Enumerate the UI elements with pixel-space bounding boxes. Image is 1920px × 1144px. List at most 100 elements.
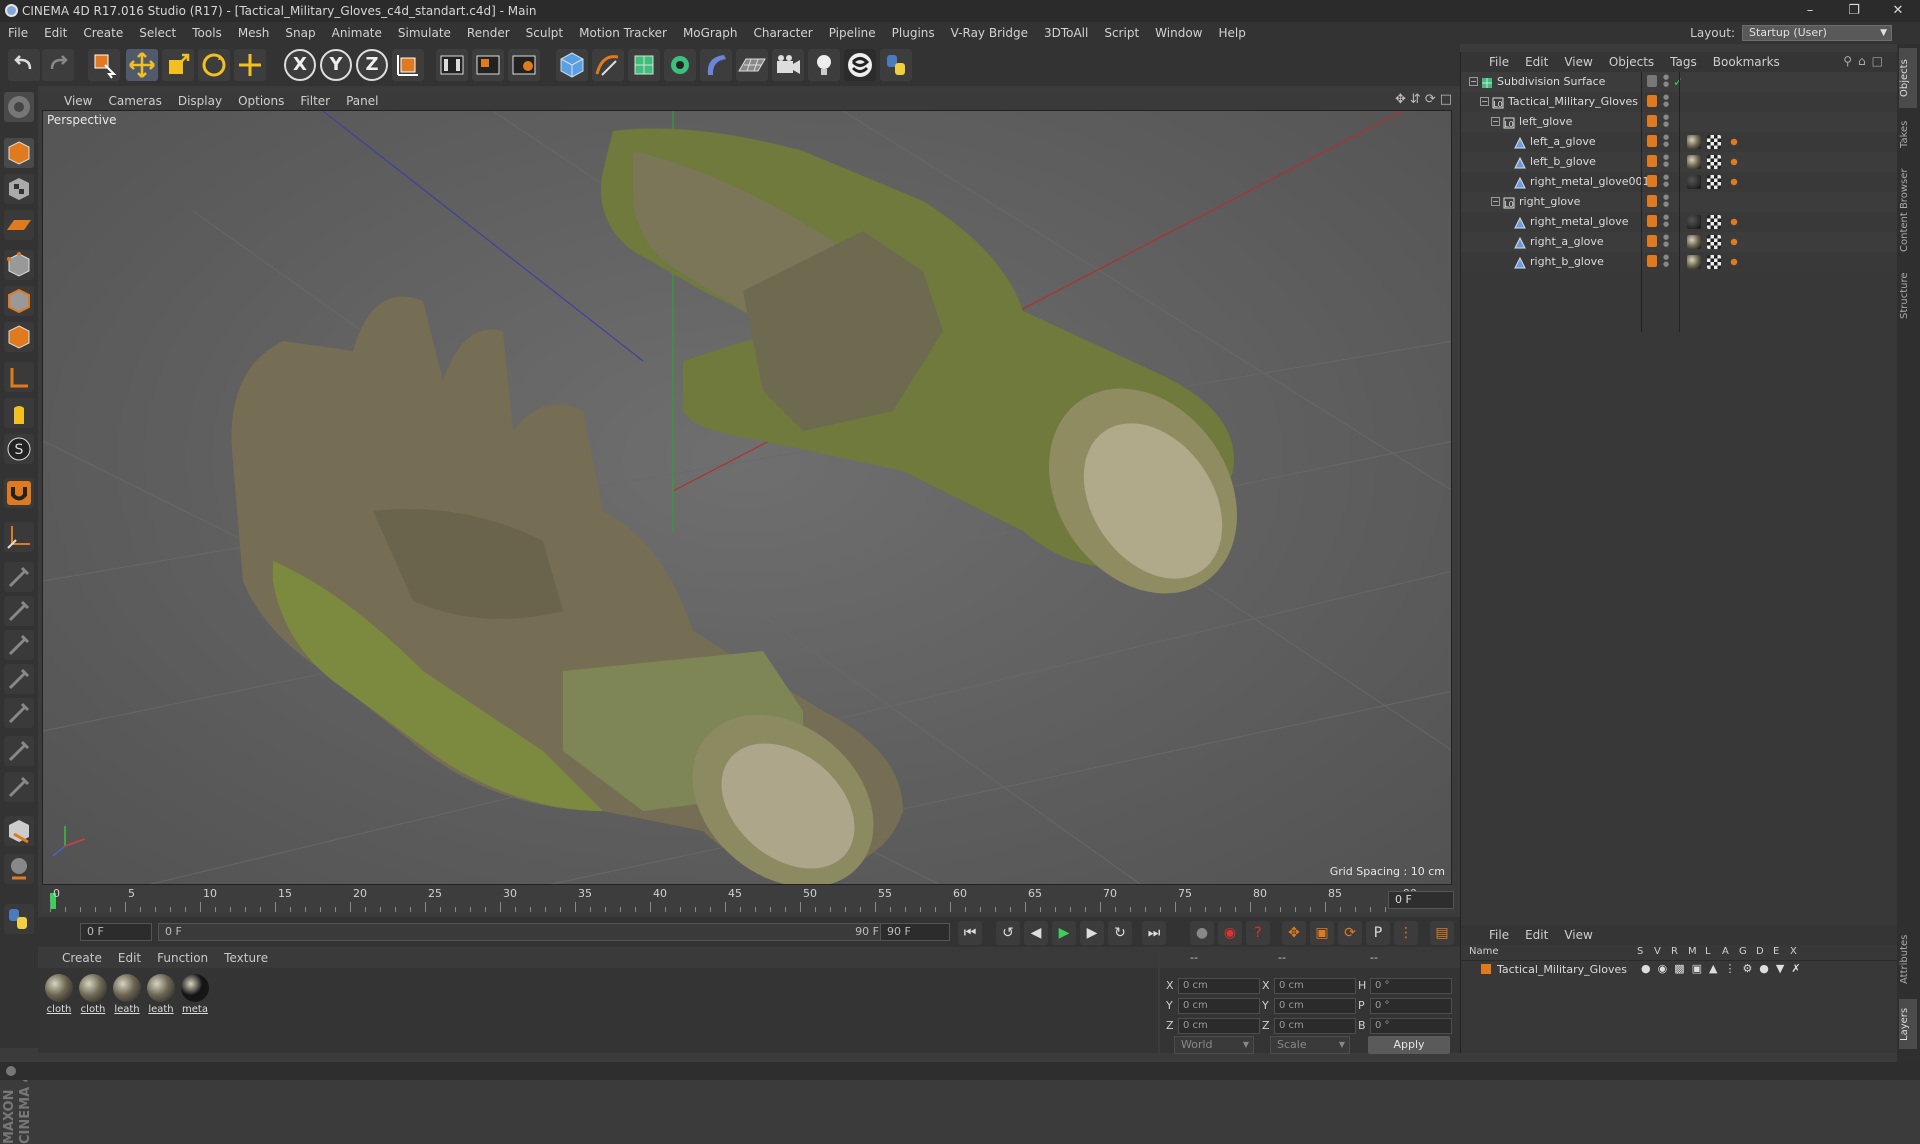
workplane-axis-icon[interactable]	[4, 522, 34, 552]
goto-start-icon[interactable]: ⏮	[958, 921, 982, 945]
menu-simulate[interactable]: Simulate	[390, 22, 459, 44]
magnet-icon[interactable]	[4, 478, 34, 508]
material-swatch[interactable]: leath	[146, 974, 176, 1015]
key-pla-icon[interactable]: ⋮	[1394, 921, 1418, 945]
layer-menu-file[interactable]: File	[1481, 925, 1517, 945]
end-frame-field[interactable]: 90 F	[880, 923, 950, 941]
timeline-ruler[interactable]: 051015202530354045505560657075808590	[42, 885, 1454, 913]
current-frame-field[interactable]: 0 F	[1388, 891, 1454, 909]
spline-pen-icon[interactable]	[592, 49, 624, 81]
menu-create[interactable]: Create	[75, 22, 131, 44]
render-region-icon[interactable]	[472, 49, 504, 81]
brush-tool-7-icon[interactable]	[4, 772, 34, 802]
next-key-icon[interactable]: ↻	[1108, 921, 1132, 945]
key-parameter-icon[interactable]: P	[1366, 921, 1390, 945]
python-icon[interactable]	[880, 49, 912, 81]
coordinate-value-field[interactable]: 0 cm	[1274, 978, 1356, 994]
tab-takes[interactable]: Takes	[1899, 114, 1917, 154]
object-menu-edit[interactable]: Edit	[1517, 52, 1556, 72]
coordinate-value-field[interactable]: 0 cm	[1178, 978, 1260, 994]
brush-tool-6-icon[interactable]	[4, 736, 34, 766]
layer-color-swatch[interactable]	[1481, 964, 1491, 974]
collapse-toggle-icon[interactable]: −	[1491, 197, 1500, 206]
previous-frame-icon[interactable]: ◀	[1024, 921, 1048, 945]
viewport-menu-display[interactable]: Display	[170, 92, 230, 110]
tab-attributes[interactable]: Attributes	[1899, 924, 1917, 994]
cloth-tag-icon[interactable]	[1687, 135, 1701, 149]
brush-tool-3-icon[interactable]	[4, 630, 34, 660]
tweak-mode-icon[interactable]	[4, 398, 34, 428]
object-menu-objects[interactable]: Objects	[1601, 52, 1662, 72]
snap-icon[interactable]: S	[4, 434, 34, 464]
material-swatch[interactable]: cloth	[44, 974, 74, 1015]
menu-animate[interactable]: Animate	[324, 22, 390, 44]
visibility-dots-icon[interactable]: ● ●	[1663, 134, 1669, 148]
phong-tag-icon[interactable]	[1727, 155, 1741, 169]
play-icon[interactable]: ▶	[1052, 921, 1076, 945]
layout-dropdown[interactable]: Startup (User) ▼	[1742, 25, 1892, 41]
viewport-navigation-icons[interactable]: ✥⇵⟳□	[1395, 92, 1456, 107]
live-selection-icon[interactable]	[88, 49, 120, 81]
menu-select[interactable]: Select	[131, 22, 184, 44]
floor-icon[interactable]	[736, 49, 768, 81]
viewport-menu-view[interactable]: View	[56, 92, 100, 110]
coordinate-value-field[interactable]: 0 °	[1370, 1018, 1452, 1034]
visibility-dots-icon[interactable]: ● ●	[1663, 114, 1669, 128]
check-tag-icon[interactable]	[1707, 135, 1721, 149]
layer-menu-view[interactable]: View	[1556, 925, 1600, 945]
menu-edit[interactable]: Edit	[36, 22, 75, 44]
menu-render[interactable]: Render	[459, 22, 518, 44]
layer-menu-edit[interactable]: Edit	[1517, 925, 1556, 945]
phong-tag-icon[interactable]	[1727, 215, 1741, 229]
points-mode-icon[interactable]	[4, 250, 34, 280]
phong-tag-icon[interactable]	[1727, 175, 1741, 189]
menu-3dtoall[interactable]: 3DToAll	[1036, 22, 1096, 44]
coordinate-value-field[interactable]: 0 cm	[1274, 998, 1356, 1014]
cube-primitive-icon[interactable]	[556, 49, 588, 81]
axis-mode-icon[interactable]	[4, 362, 34, 392]
menu-motion-tracker[interactable]: Motion Tracker	[571, 22, 675, 44]
autokey-icon[interactable]: ◉	[1218, 921, 1242, 945]
viewport-menu-panel[interactable]: Panel	[338, 92, 386, 110]
cloth-tag-icon[interactable]	[1687, 155, 1701, 169]
menu-snap[interactable]: Snap	[277, 22, 323, 44]
menu-pipeline[interactable]: Pipeline	[821, 22, 884, 44]
key-position-icon[interactable]: ✥	[1282, 921, 1306, 945]
check-tag-icon[interactable]	[1707, 155, 1721, 169]
y-axis-lock-button[interactable]: Y	[320, 49, 352, 81]
render-view-icon[interactable]	[436, 49, 468, 81]
start-frame-field[interactable]: 0 F	[80, 923, 152, 941]
menu-sculpt[interactable]: Sculpt	[518, 22, 571, 44]
menu-mograph[interactable]: MoGraph	[675, 22, 746, 44]
paint-tool-icon[interactable]	[4, 816, 34, 846]
brush-tool-2-icon[interactable]	[4, 596, 34, 626]
visibility-dots-icon[interactable]: ● ●	[1663, 154, 1669, 168]
metal-tag-icon[interactable]	[1687, 215, 1701, 229]
phong-tag-icon[interactable]	[1727, 135, 1741, 149]
visibility-dots-icon[interactable]: ● ●	[1663, 254, 1669, 268]
coordinate-space-dropdown[interactable]: World ▼	[1174, 1036, 1254, 1054]
collapse-toggle-icon[interactable]: −	[1480, 97, 1489, 106]
menu-script[interactable]: Script	[1096, 22, 1147, 44]
viewport-menu-options[interactable]: Options	[230, 92, 292, 110]
sculpt-tool-icon[interactable]	[4, 854, 34, 884]
move-tool-icon[interactable]	[126, 49, 158, 81]
transform-tool-icon[interactable]	[234, 49, 266, 81]
cloth-tag-icon[interactable]	[1687, 255, 1701, 269]
keyframe-selection-icon[interactable]: ?	[1246, 921, 1270, 945]
tab-content-browser[interactable]: Content Browser	[1899, 160, 1917, 260]
x-axis-lock-button[interactable]: X	[284, 49, 316, 81]
object-menu-file[interactable]: File	[1481, 52, 1517, 72]
layer-color-swatch[interactable]	[1647, 135, 1657, 147]
collapse-toggle-icon[interactable]: −	[1469, 77, 1478, 86]
check-tag-icon[interactable]	[1707, 255, 1721, 269]
visibility-dots-icon[interactable]: ● ●	[1663, 194, 1669, 208]
check-tag-icon[interactable]	[1707, 215, 1721, 229]
python-script-icon[interactable]	[4, 904, 34, 934]
key-rotation-icon[interactable]: ⟳	[1338, 921, 1362, 945]
visibility-dots-icon[interactable]: ● ●	[1663, 94, 1669, 108]
layer-color-swatch[interactable]	[1647, 195, 1657, 207]
object-menu-bookmarks[interactable]: Bookmarks	[1705, 52, 1788, 72]
3d-viewport[interactable]: Perspective Grid Spacing : 10 cm	[42, 110, 1452, 885]
coordinate-value-field[interactable]: 0 °	[1370, 978, 1452, 994]
